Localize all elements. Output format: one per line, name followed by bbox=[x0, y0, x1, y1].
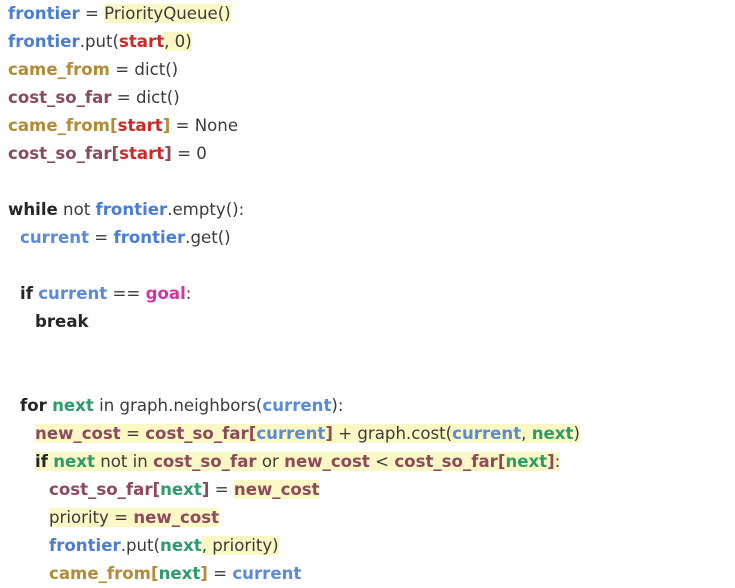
code-line: frontier = PriorityQueue() bbox=[4, 0, 735, 28]
code-token: frontier bbox=[49, 536, 121, 555]
code-token: = None bbox=[170, 116, 239, 135]
code-token-highlighted: next bbox=[53, 452, 95, 471]
code-line: if next not in cost_so_far or new_cost <… bbox=[4, 448, 735, 476]
code-token-highlighted: cost_so_far[ bbox=[394, 452, 506, 471]
code-token: next bbox=[160, 536, 202, 555]
code-line: came_from[start] = None bbox=[4, 112, 735, 140]
code-token-highlighted: if bbox=[35, 452, 48, 471]
code-token: = bbox=[79, 4, 105, 23]
code-line: cost_so_far[start] = 0 bbox=[4, 140, 735, 168]
code-token: goal bbox=[145, 284, 186, 303]
code-token-highlighted: PriorityQueue() bbox=[104, 4, 231, 23]
code-token: for bbox=[20, 396, 47, 415]
code-token-highlighted: priority bbox=[49, 508, 109, 527]
code-line: current = frontier.get() bbox=[4, 224, 735, 252]
code-token: ): bbox=[331, 396, 344, 415]
code-block[interactable]: frontier = PriorityQueue() frontier.put(s… bbox=[0, 0, 735, 588]
code-token: not bbox=[57, 200, 96, 219]
code-token-highlighted: current bbox=[256, 424, 326, 443]
code-token: cost_so_far[ bbox=[49, 480, 161, 499]
code-line: new_cost = cost_so_far[current] + graph.… bbox=[4, 420, 735, 448]
code-token-highlighted: , 0) bbox=[164, 32, 192, 51]
code-token: frontier bbox=[113, 228, 186, 247]
code-token: next bbox=[158, 564, 201, 583]
code-token: next bbox=[160, 480, 202, 499]
code-token-highlighted: new_cost bbox=[233, 480, 320, 499]
code-line: priority = new_cost bbox=[4, 504, 735, 532]
code-token-highlighted: not in bbox=[94, 452, 154, 471]
code-token-highlighted: ] bbox=[547, 452, 555, 471]
code-token: next bbox=[52, 396, 94, 415]
code-token: current bbox=[38, 284, 108, 303]
code-line: frontier.put(start, 0) bbox=[4, 28, 735, 56]
code-token: = dict() bbox=[111, 88, 180, 107]
code-token: : bbox=[185, 284, 192, 303]
code-token: start bbox=[119, 144, 165, 163]
code-token: came_from[ bbox=[8, 116, 118, 135]
code-token-highlighted: or bbox=[256, 452, 285, 471]
code-line: if current == goal: bbox=[4, 280, 735, 308]
code-line: while not frontier.empty(): bbox=[4, 196, 735, 224]
code-token: ] bbox=[164, 144, 172, 163]
code-token: = dict() bbox=[109, 60, 179, 79]
code-token: .put( bbox=[79, 32, 119, 51]
code-token: while bbox=[8, 200, 58, 219]
code-token-highlighted: + graph.cost( bbox=[332, 424, 453, 443]
code-token: came_from[ bbox=[49, 564, 159, 583]
code-line: came_from = dict() bbox=[4, 56, 735, 84]
code-line: came_from[next] = current bbox=[4, 560, 735, 588]
code-token: == bbox=[107, 284, 146, 303]
code-token-highlighted: new_cost bbox=[35, 424, 121, 443]
code-token-highlighted: = bbox=[120, 424, 146, 443]
code-token: = bbox=[207, 564, 233, 583]
code-token-highlighted: next bbox=[505, 452, 548, 471]
code-token: ] bbox=[200, 564, 208, 583]
code-token: break bbox=[35, 312, 89, 331]
code-token: frontier bbox=[8, 4, 80, 23]
code-token-highlighted: = bbox=[108, 508, 134, 527]
code-token-highlighted: < bbox=[369, 452, 395, 471]
code-token: = bbox=[89, 228, 114, 247]
code-token-highlighted: , priority) bbox=[201, 536, 279, 555]
code-token: in graph.neighbors( bbox=[93, 396, 263, 415]
code-token-highlighted: next bbox=[531, 424, 574, 443]
code-token: .get() bbox=[185, 228, 231, 247]
code-token: current bbox=[20, 228, 90, 247]
code-token: start bbox=[119, 32, 165, 51]
code-token-highlighted: ) bbox=[573, 424, 580, 443]
code-token-highlighted: , bbox=[521, 424, 532, 443]
code-line: cost_so_far = dict() bbox=[4, 84, 735, 112]
code-token: = 0 bbox=[171, 144, 207, 163]
code-token-highlighted: current bbox=[452, 424, 522, 443]
code-line: frontier.put(next, priority) bbox=[4, 532, 735, 560]
code-line: break bbox=[4, 308, 735, 336]
code-token-highlighted: new_cost bbox=[133, 508, 220, 527]
code-token-highlighted: new_cost bbox=[284, 452, 370, 471]
code-token-highlighted: cost_so_far[ bbox=[145, 424, 257, 443]
code-token-highlighted: : bbox=[554, 452, 561, 471]
code-token: .empty(): bbox=[167, 200, 245, 219]
code-token: current bbox=[262, 396, 332, 415]
code-token-highlighted: cost_so_far bbox=[153, 452, 257, 471]
code-line: cost_so_far[next] = new_cost bbox=[4, 476, 735, 504]
code-token: start bbox=[117, 116, 163, 135]
code-token: .put( bbox=[120, 536, 160, 555]
code-token: came_from bbox=[8, 60, 110, 79]
code-line: for next in graph.neighbors(current): bbox=[4, 392, 735, 420]
code-token: frontier bbox=[8, 32, 80, 51]
code-token: cost_so_far bbox=[8, 88, 112, 107]
code-token-highlighted: ] bbox=[325, 424, 333, 443]
code-token: = bbox=[209, 480, 234, 499]
code-token: frontier bbox=[95, 200, 168, 219]
code-token: if bbox=[20, 284, 33, 303]
code-token: current bbox=[232, 564, 302, 583]
code-token: cost_so_far[ bbox=[8, 144, 120, 163]
